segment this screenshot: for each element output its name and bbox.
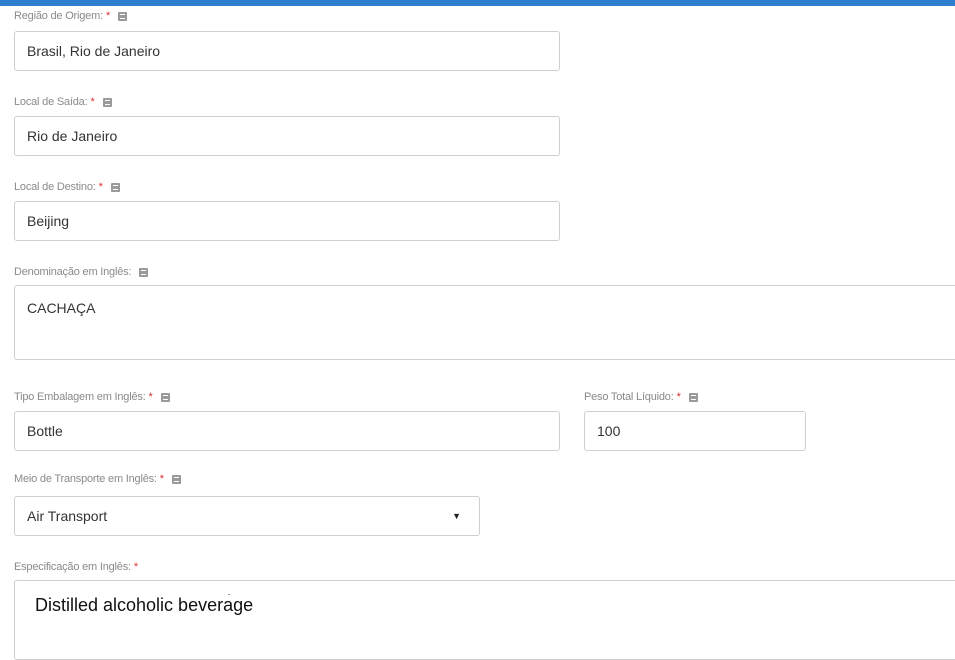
regiao-label: Região de Origem: * [14, 10, 128, 22]
denominacao-label: Denominação em Inglês: [14, 266, 149, 278]
peso-total-value: 100 [597, 423, 621, 439]
denominacao-value: CACHAÇA [27, 300, 96, 316]
meio-transporte-value: Air Transport [27, 508, 108, 524]
denominacao-textarea[interactable]: CACHAÇA [14, 285, 955, 360]
required-star: * [159, 473, 164, 485]
help-icon[interactable] [688, 392, 698, 402]
required-star: * [133, 561, 138, 573]
divider-mark [228, 594, 230, 595]
required-star: * [105, 10, 111, 22]
regiao-input[interactable]: Brasil, Rio de Janeiro [14, 31, 560, 71]
required-star: * [148, 391, 153, 403]
required-star: * [90, 96, 95, 108]
help-icon[interactable] [118, 11, 128, 21]
local-destino-label: Local de Destino: * [14, 181, 120, 193]
help-icon[interactable] [110, 182, 120, 192]
tipo-embalagem-label: Tipo Embalagem em Inglês: * [14, 391, 170, 403]
local-saida-value: Rio de Janeiro [27, 128, 118, 144]
help-icon[interactable] [139, 267, 149, 277]
required-star: * [98, 181, 103, 193]
meio-transporte-select[interactable]: Air Transport ▼ [14, 496, 480, 536]
especificacao-value: Distilled alcoholic beverage [35, 595, 254, 615]
tipo-embalagem-input[interactable]: Bottle [14, 411, 560, 451]
meio-transporte-label: Meio de Transporte em Inglês: * [14, 473, 181, 485]
top-accent-bar [0, 0, 955, 6]
required-star: * [676, 391, 681, 403]
tipo-embalagem-value: Bottle [27, 423, 63, 439]
peso-total-input[interactable]: 100 [584, 411, 806, 451]
especificacao-label: Especificação em Inglês: * [14, 561, 138, 573]
help-icon[interactable] [102, 97, 112, 107]
help-icon[interactable] [160, 392, 170, 402]
local-destino-input[interactable]: Beijing [14, 201, 560, 241]
local-saida-label: Local de Saída: * [14, 96, 112, 108]
chevron-down-icon[interactable]: ▼ [452, 511, 461, 521]
especificacao-textarea[interactable]: Distilled alcoholic beverage [14, 580, 955, 660]
help-icon[interactable] [171, 474, 181, 484]
peso-total-label: Peso Total Líquido: * [584, 391, 698, 403]
regiao-value: Brasil, Rio de Janeiro [27, 43, 161, 59]
local-destino-value: Beijing [27, 213, 70, 229]
local-saida-input[interactable]: Rio de Janeiro [14, 116, 560, 156]
